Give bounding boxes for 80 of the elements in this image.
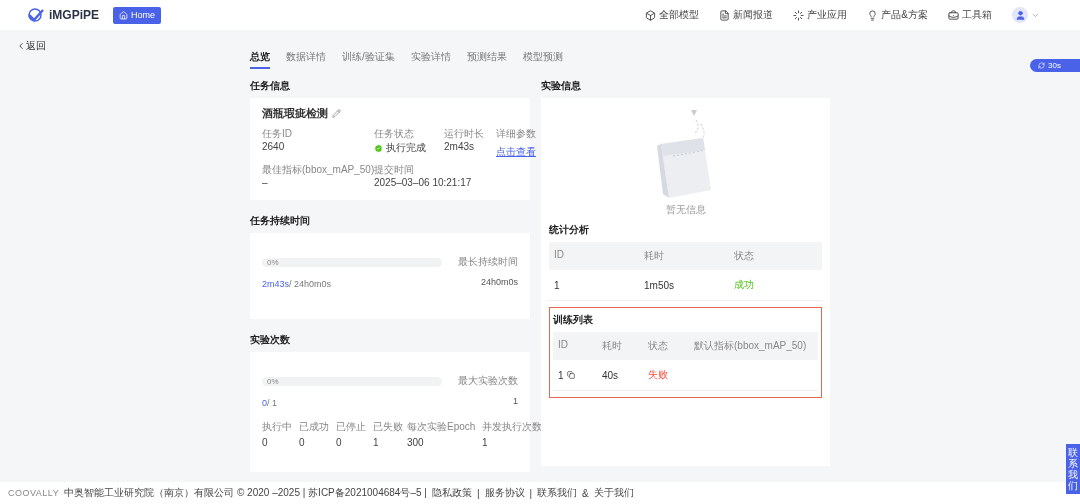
back-link[interactable]: 返回 <box>16 39 46 53</box>
nav-item[interactable]: 工具箱 <box>948 8 992 22</box>
footer-link[interactable]: 关于我们 <box>593 486 634 500</box>
section-title: 训练列表 <box>553 313 594 327</box>
footer-link[interactable]: 联系我们 <box>537 486 578 500</box>
field-value: 2640 <box>262 141 285 152</box>
table-cell-text: 1m50s <box>644 278 675 292</box>
nav-item[interactable]: 产品&方案 <box>867 8 928 22</box>
max-label: 最大实验次数 <box>457 374 518 388</box>
field-label: 任务状态 <box>374 127 415 141</box>
field-value: 执行完成 <box>386 141 426 155</box>
details-link[interactable]: 点击查看 <box>496 146 536 157</box>
section-title: 实验次数 <box>250 333 291 347</box>
tab[interactable]: 模型预测 <box>522 50 563 69</box>
stat-value: 0 <box>299 437 306 448</box>
stat-value: 0 <box>336 437 343 448</box>
task-name: 酒瓶瑕疵检测 <box>262 106 328 121</box>
stat-label: 已停止 <box>336 420 367 434</box>
table-cell-text: 1 <box>554 278 561 292</box>
stat-label: 每次实验Epoch <box>407 420 477 434</box>
field-label: 最佳指标(bbox_mAP_50) <box>262 163 374 177</box>
nav-item[interactable]: 产业应用 <box>793 8 848 22</box>
home-button[interactable]: Home <box>113 6 162 24</box>
section-title: 统计分析 <box>549 223 590 237</box>
table-cell: 1 <box>558 368 602 382</box>
progress-label: 0% <box>267 257 279 267</box>
stat-value: 300 <box>407 437 425 448</box>
tab[interactable]: 数据详情 <box>286 50 326 69</box>
column-header: 耗时 <box>602 339 623 353</box>
section-title: 任务信息 <box>250 79 291 93</box>
nav-item[interactable]: 新闻报道 <box>719 8 774 22</box>
column-header: ID <box>558 339 569 352</box>
stat-label: 并发执行次数 <box>482 420 542 434</box>
footer-text: | <box>529 487 533 499</box>
stat-value: 0 <box>262 437 269 448</box>
table-cell-text: 成功 <box>734 278 755 292</box>
table-cell-text: 失败 <box>648 368 669 382</box>
field-label: 详细参数 <box>496 127 536 141</box>
footer-text: | <box>476 487 480 499</box>
table-cell-text: 40s <box>602 368 620 382</box>
field-label: 运行时长 <box>444 127 485 141</box>
tab[interactable]: 总览 <box>250 50 270 69</box>
footer-link[interactable]: 隐私政策 <box>431 486 472 500</box>
stat-value: 1 <box>373 437 380 448</box>
max-value: 24h0m0s <box>479 277 518 287</box>
tab[interactable]: 训练/验证集 <box>342 50 395 69</box>
stat-label: 已成功 <box>299 420 330 434</box>
footer-brand: COOVALLY <box>8 488 60 498</box>
column-header: 耗时 <box>644 249 665 263</box>
footer-text: 中奥智能工业研究院（南京）有限公司 © 2020 –2025 | 苏ICP备2021004684号–5 | <box>64 486 427 500</box>
current-value: 0 <box>262 398 267 408</box>
column-header: ID <box>554 249 565 262</box>
field-label: 任务ID <box>262 127 293 141</box>
max-value: 1 <box>512 396 518 406</box>
stat-label: 执行中 <box>262 420 293 434</box>
section-title: 任务持续时间 <box>250 214 311 228</box>
section-title: 实验信息 <box>541 79 582 93</box>
stat-label: 已失败 <box>373 420 404 434</box>
total-value: / 1 <box>267 398 278 408</box>
field-value: – <box>262 177 268 188</box>
nav-item[interactable]: 全部模型 <box>645 8 700 22</box>
total-value: / 24h0m0s <box>289 279 332 289</box>
max-label: 最长持续时间 <box>457 255 518 269</box>
tab[interactable]: 实验详情 <box>410 50 451 69</box>
refresh-button[interactable]: 30s <box>1030 59 1080 72</box>
field-value: 2m43s <box>444 141 474 152</box>
footer-text: & <box>582 487 589 499</box>
column-header: 状态 <box>734 249 755 263</box>
footer-link[interactable]: 服务协议 <box>484 486 525 500</box>
empty-text: 暂无信息 <box>665 203 706 217</box>
stat-value: 1 <box>482 437 489 448</box>
logo-text: iMGPiPE <box>49 8 99 22</box>
side-tab[interactable]: 联系我们 <box>1066 444 1080 494</box>
tab[interactable]: 预测结果 <box>466 50 507 69</box>
field-value: 2025–03–06 10:21:17 <box>374 177 472 188</box>
column-header: 默认指标(bbox_mAP_50) <box>694 339 808 353</box>
column-header: 状态 <box>648 339 669 353</box>
current-value: 2m43s <box>262 279 289 289</box>
progress-label: 0% <box>267 376 279 386</box>
field-label: 提交时间 <box>374 163 415 177</box>
